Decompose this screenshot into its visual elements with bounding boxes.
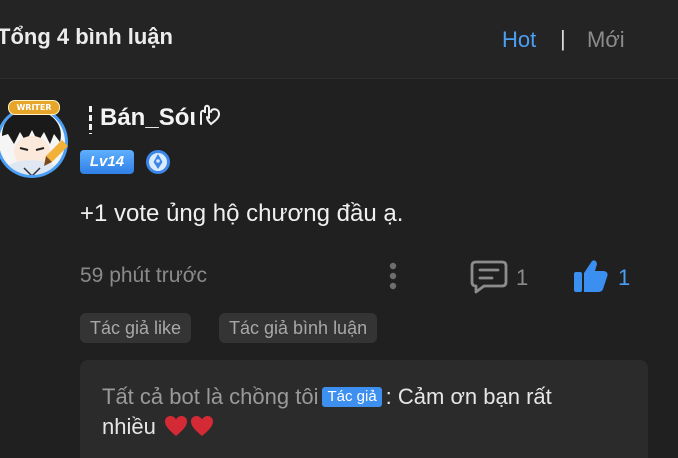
tag-author-replied: Tác giả bình luận (219, 313, 378, 343)
like-count: 1 (618, 265, 631, 290)
reply-text-line1: Cảm ơn bạn rất (397, 384, 552, 409)
sort-divider: | (560, 26, 566, 51)
comment-bubble-icon (470, 260, 508, 294)
thumbs-up-icon (574, 260, 608, 292)
sort-new-tab[interactable]: Mới (587, 27, 625, 53)
tag-author-liked: Tác giả like (80, 313, 192, 343)
username-text: Bán_Sóι (100, 104, 197, 131)
more-options-icon[interactable] (383, 260, 403, 292)
reply-author-name[interactable]: Tất cả bot là chồng tôi (102, 384, 318, 409)
hand-heart-icon (200, 104, 221, 126)
comments-header: Tổng 4 bình luận Hot | Mới (0, 0, 678, 79)
heart-icon (190, 416, 213, 436)
author-badge: Tác giả (322, 387, 382, 407)
reply-text-line2: nhiều (102, 414, 156, 439)
comments-page: Tổng 4 bình luận Hot | Mới WRITER Bán_Só (0, 0, 678, 458)
reply-line-1: Tất cả bot là chồng tôi Tác giả: Cảm ơn b… (102, 382, 622, 412)
reply-count: 1 (516, 265, 529, 290)
username-decoration (89, 106, 92, 134)
avatar-badge: WRITER (8, 100, 60, 115)
pen-badge-icon (144, 148, 172, 176)
comment-username[interactable]: Bán_Sóι (100, 104, 223, 132)
author-reply-box[interactable]: Tất cả bot là chồng tôi Tác giả: Cảm ơn b… (80, 360, 648, 458)
reply-separator: : (385, 384, 392, 409)
level-badge: Lv14 (80, 150, 134, 174)
reply-line-2: nhiều (102, 412, 214, 442)
comment-text: +1 vote ủng hộ chương đầu ạ. (80, 200, 404, 227)
total-comments-label: Tổng 4 bình luận (0, 24, 173, 49)
sort-hot-tab[interactable]: Hot (502, 27, 536, 53)
heart-icon (164, 416, 187, 436)
comment-timestamp: 59 phút trước (80, 264, 208, 287)
avatar[interactable]: WRITER (0, 96, 74, 180)
